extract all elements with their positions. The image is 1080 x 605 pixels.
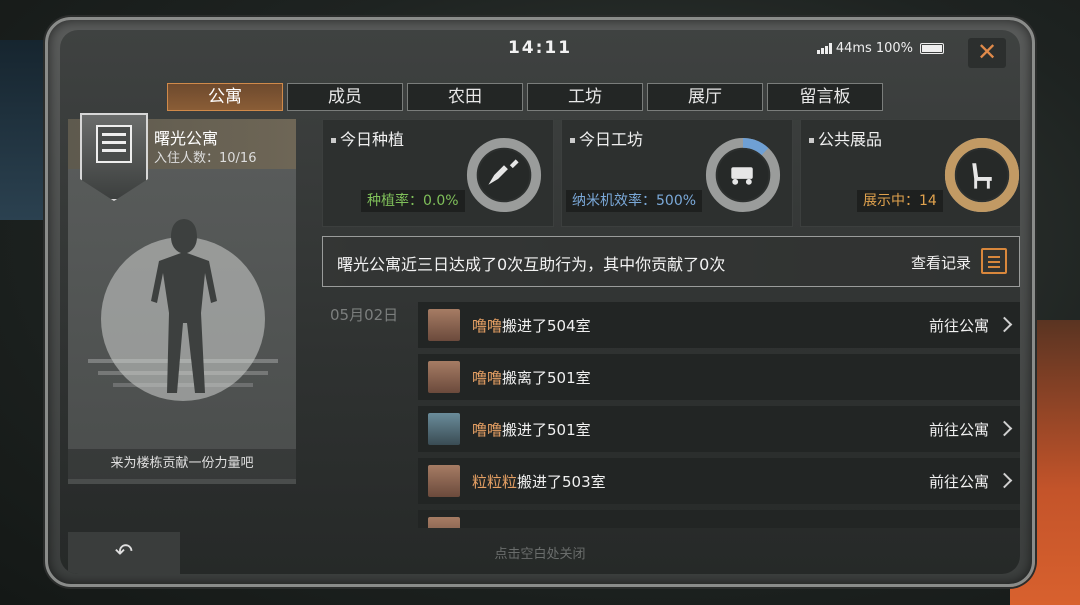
feed-text: 噜噜搬离了501室 xyxy=(472,367,591,388)
ping-value: 44ms xyxy=(835,41,872,56)
apartment-badge xyxy=(80,113,148,201)
occupancy-count: 入住人数：10/16 xyxy=(154,151,257,166)
go-to-apartment-link[interactable]: 前往公寓 xyxy=(929,315,1010,336)
close-button[interactable]: ✕ xyxy=(968,38,1006,68)
tab-apartment[interactable]: 公寓 xyxy=(167,83,283,111)
feed-action: 搬进了504室 xyxy=(502,317,591,335)
feed-text: 噜噜搬进了504室 xyxy=(472,315,591,336)
planting-progress-ring xyxy=(466,137,542,213)
exhibits-progress-ring xyxy=(944,137,1020,213)
battery-value: 100% xyxy=(875,41,913,56)
close-hint: 点击空白处关闭 xyxy=(494,547,586,562)
tab-farmland[interactable]: 农田 xyxy=(407,83,523,111)
workshop-progress-ring xyxy=(705,137,781,213)
go-to-apartment-link[interactable]: 前往公寓 xyxy=(929,419,1010,440)
avatar xyxy=(428,361,460,393)
view-records-link[interactable]: 查看记录 xyxy=(911,252,971,273)
stat-value: 种植率：0.0% xyxy=(361,190,465,212)
battery-icon xyxy=(920,43,944,54)
cooperation-banner: 曙光公寓近三日达成了0次互助行为，其中你贡献了0次 查看记录 xyxy=(322,236,1020,287)
avatar xyxy=(428,517,460,528)
avatar xyxy=(428,465,460,497)
stat-title: 公共展品 xyxy=(809,126,882,150)
apartment-screen: 14:11 44ms 100% ✕ 公寓 成员 农田 工坊 展厅 留言板 曙光公… xyxy=(60,30,1020,574)
stat-value: 展示中：14 xyxy=(857,190,943,212)
activity-feed[interactable]: 05月02日 噜噜搬进了504室 前往公寓 噜噜搬离了501室 噜噜搬进了501… xyxy=(322,296,1020,528)
stat-value: 纳米机效率：500% xyxy=(566,190,703,212)
tab-message-board[interactable]: 留言板 xyxy=(767,83,883,111)
building-icon xyxy=(96,125,132,163)
close-icon: ✕ xyxy=(976,38,998,66)
avatar xyxy=(428,309,460,341)
device-frame: 14:11 44ms 100% ✕ 公寓 成员 农田 工坊 展厅 留言板 曙光公… xyxy=(45,17,1035,587)
feed-text: 噜噜搬进了501室 xyxy=(472,419,591,440)
feed-item[interactable]: 噜噜搬进了501室 前往公寓 xyxy=(418,406,1020,452)
player-name: 噜噜 xyxy=(472,369,503,387)
background-left xyxy=(0,40,45,220)
avatar xyxy=(428,413,460,445)
feed-date: 05月02日 xyxy=(330,306,399,324)
stat-card-workshop[interactable]: 今日工坊 纳米机效率：500% xyxy=(561,119,793,227)
feed-item[interactable]: 粒粒粒搬进了503室 前往公寓 xyxy=(418,458,1020,504)
signal-icon xyxy=(816,43,832,54)
stat-card-planting[interactable]: 今日种植 种植率：0.0% xyxy=(322,119,554,227)
tab-showroom[interactable]: 展厅 xyxy=(647,83,763,111)
clipboard-icon[interactable] xyxy=(981,248,1007,274)
feed-item-partial xyxy=(418,510,1020,528)
apartment-name: 曙光公寓 xyxy=(154,129,219,148)
stat-card-exhibits[interactable]: 公共展品 展示中：14 xyxy=(800,119,1020,227)
feed-text: 粒粒粒搬进了503室 xyxy=(472,471,606,492)
status-bar: 14:11 44ms 100% ✕ xyxy=(60,38,1020,68)
feed-action: 搬进了503室 xyxy=(517,473,606,491)
network-status: 44ms 100% xyxy=(816,41,944,56)
player-name: 粒粒粒 xyxy=(472,473,518,491)
feed-item[interactable]: 噜噜搬进了504室 前往公寓 xyxy=(418,302,1020,348)
player-name: 噜噜 xyxy=(472,421,503,439)
tab-bar: 公寓 成员 农田 工坊 展厅 留言板 xyxy=(167,83,883,111)
stat-title: 今日种植 xyxy=(331,126,404,150)
stat-title: 今日工坊 xyxy=(570,126,643,150)
cooperation-text: 曙光公寓近三日达成了0次互助行为，其中你贡献了0次 xyxy=(337,255,726,274)
player-name: 噜噜 xyxy=(472,317,503,335)
tab-workshop[interactable]: 工坊 xyxy=(527,83,643,111)
feed-action: 搬进了501室 xyxy=(502,421,591,439)
apartment-info-panel: 曙光公寓 入住人数：10/16 来为楼栋贡献一份力量吧 xyxy=(68,113,296,484)
contribute-prompt: 来为楼栋贡献一份力量吧 xyxy=(68,449,296,479)
go-to-apartment-link[interactable]: 前往公寓 xyxy=(929,471,1010,492)
feed-item: 噜噜搬离了501室 xyxy=(418,354,1020,400)
tab-members[interactable]: 成员 xyxy=(287,83,403,111)
survivor-silhouette-icon xyxy=(88,219,278,401)
feed-action: 搬离了501室 xyxy=(502,369,591,387)
